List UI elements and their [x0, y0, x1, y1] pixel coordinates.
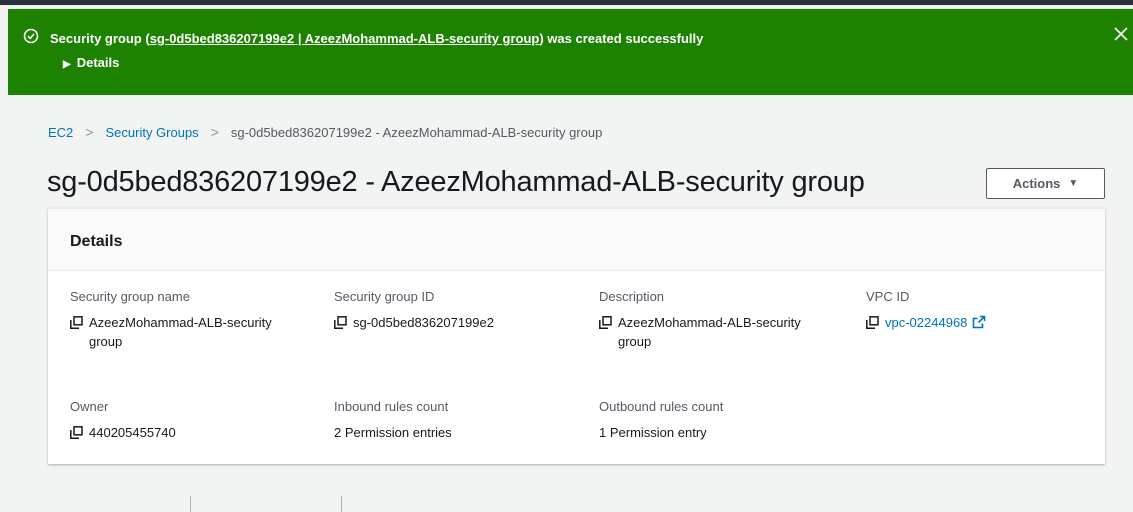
copy-icon[interactable]: [599, 316, 612, 329]
caret-right-icon: ▶: [63, 59, 71, 70]
actions-button[interactable]: Actions ▼: [986, 168, 1105, 199]
field-owner: Owner 440205455740: [70, 399, 290, 442]
copy-icon[interactable]: [70, 316, 83, 329]
tab-divider: [190, 496, 191, 512]
field-value: AzeezMohammad-ALB-security group: [618, 315, 801, 349]
field-value: 2 Permission entries: [334, 425, 452, 440]
details-heading: Details: [70, 233, 123, 250]
external-link-icon[interactable]: [972, 315, 986, 329]
flash-message: Security group (sg-0d5bed836207199e2 | A…: [50, 31, 703, 46]
field-value: sg-0d5bed836207199e2: [353, 315, 494, 330]
breadcrumb-ec2[interactable]: EC2: [48, 125, 73, 140]
security-group-link[interactable]: sg-0d5bed836207199e2 | AzeezMohammad-ALB…: [150, 31, 540, 46]
breadcrumb-security-groups[interactable]: Security Groups: [105, 125, 198, 140]
field-label: Description: [599, 289, 665, 304]
field-inbound-rules-count: Inbound rules count 2 Permission entries: [334, 399, 574, 442]
details-header: Details: [48, 209, 1105, 271]
copy-icon[interactable]: [866, 316, 879, 329]
field-security-group-id: Security group ID sg-0d5bed836207199e2: [334, 289, 574, 332]
field-value: 1 Permission entry: [599, 425, 707, 440]
chevron-right-icon: >: [85, 124, 94, 140]
close-icon[interactable]: [1113, 26, 1129, 42]
copy-icon[interactable]: [334, 316, 347, 329]
flash-message-prefix: Security group (: [50, 31, 150, 46]
top-border: [0, 0, 1133, 5]
field-label: Owner: [70, 399, 109, 414]
flash-details-label: Details: [76, 55, 120, 70]
field-label: Security group ID: [334, 289, 435, 304]
vpc-id-link[interactable]: vpc-02244968: [885, 313, 967, 332]
field-outbound-rules-count: Outbound rules count 1 Permission entry: [599, 399, 819, 442]
actions-label: Actions: [1012, 176, 1061, 191]
field-label: Security group name: [70, 289, 190, 304]
chevron-right-icon: >: [210, 124, 219, 140]
tab-divider: [341, 496, 342, 512]
field-value: AzeezMohammad-ALB-security group: [89, 315, 272, 349]
flash-details-toggle[interactable]: ▶ Details: [63, 55, 119, 70]
flash-message-suffix: ) was created successfully: [539, 31, 704, 46]
copy-icon[interactable]: [70, 426, 83, 439]
success-flashbar: Security group (sg-0d5bed836207199e2 | A…: [8, 9, 1133, 95]
caret-down-icon: ▼: [1068, 178, 1079, 189]
field-security-group-name: Security group name AzeezMohammad-ALB-se…: [70, 289, 290, 351]
field-label: VPC ID: [866, 289, 910, 304]
breadcrumb-current: sg-0d5bed836207199e2 - AzeezMohammad-ALB…: [230, 124, 603, 140]
page-title: sg-0d5bed836207199e2 - AzeezMohammad-ALB…: [47, 166, 865, 198]
field-value: 440205455740: [89, 425, 176, 440]
field-label: Inbound rules count: [334, 399, 449, 414]
details-container: Details Security group name AzeezMohamma…: [48, 208, 1105, 464]
field-label: Outbound rules count: [599, 399, 724, 414]
check-circle-icon: [23, 28, 39, 44]
field-description: Description AzeezMohammad-ALB-security g…: [599, 289, 819, 351]
field-vpc-id: VPC ID vpc-02244968: [866, 289, 1086, 332]
breadcrumb: EC2 > Security Groups > sg-0d5bed8362071…: [48, 124, 602, 140]
